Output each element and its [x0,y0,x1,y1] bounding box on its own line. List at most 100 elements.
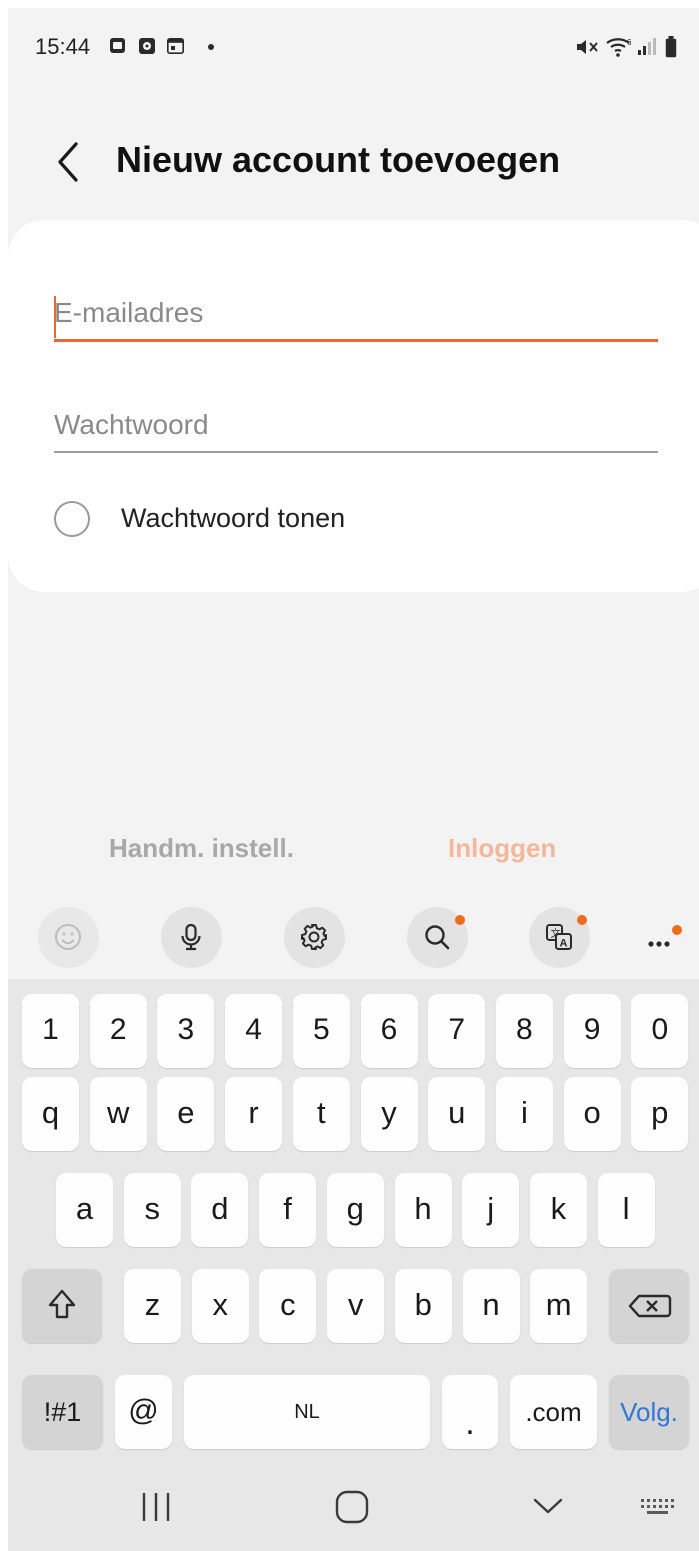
number-key-9[interactable]: 9 [563,994,621,1068]
recent-apps-icon [142,1493,170,1521]
chevron-left-icon [58,142,78,182]
letter-key-label: a [75,1191,94,1226]
number-key-7[interactable]: 7 [428,994,486,1068]
number-key-5[interactable]: 5 [292,994,350,1068]
email-placeholder: E-mailadres [54,297,204,328]
letter-key-label: w [106,1095,130,1130]
number-key-8[interactable]: 8 [495,994,553,1068]
letter-key-label: m [545,1287,572,1322]
letter-key-t[interactable]: t [292,1077,350,1151]
status-time: 15:44 [35,34,91,59]
login-button[interactable]: Inloggen [448,833,556,864]
mute-icon [575,37,599,62]
symbols-key[interactable]: !#1 [22,1375,103,1449]
number-key-3[interactable]: 3 [157,994,215,1068]
at-key-label: @ [128,1394,159,1427]
letter-key-label: c [280,1287,296,1322]
login-form-card: E-mailadres Wachtwoord Wachtwoord tonen [8,220,699,592]
hide-keyboard-button[interactable] [530,1491,566,1528]
status-bar: 15:44 6 [8,8,699,88]
period-key[interactable]: . [442,1375,498,1449]
space-key[interactable]: NL [184,1375,430,1449]
letter-key-label: e [177,1095,195,1130]
letter-key-n[interactable]: n [462,1269,520,1343]
show-password-label[interactable]: Wachtwoord tonen [121,503,345,534]
number-key-label: 8 [516,1013,533,1046]
keyboard-switch-button[interactable] [638,1491,678,1528]
letter-key-g[interactable]: g [326,1173,384,1247]
svg-text:6: 6 [627,38,632,47]
number-key-label: 0 [651,1013,669,1046]
letter-key-s[interactable]: s [123,1173,181,1247]
svg-text:A: A [560,938,568,950]
letter-key-label: q [41,1095,60,1130]
number-key-label: 2 [109,1013,127,1046]
letter-key-y[interactable]: y [360,1077,418,1151]
home-button[interactable] [334,1487,370,1532]
letter-key-label: g [346,1191,364,1226]
letter-key-m[interactable]: m [530,1269,588,1343]
number-key-4[interactable]: 4 [225,994,283,1068]
letter-key-label: p [651,1095,669,1130]
calendar-icon [167,38,184,59]
show-password-checkbox[interactable] [54,501,90,537]
number-key-label: 1 [42,1013,59,1046]
translate-icon: 文A [546,924,572,950]
period-key-label: . [465,1404,475,1442]
letter-key-o[interactable]: o [563,1077,621,1151]
letter-key-j[interactable]: j [462,1173,520,1247]
letter-key-i[interactable]: i [495,1077,553,1151]
keyboard-settings-button[interactable] [284,907,345,968]
letter-key-b[interactable]: b [394,1269,452,1343]
number-key-label: 6 [380,1013,398,1046]
backspace-key[interactable] [609,1269,689,1343]
email-field[interactable]: E-mailadres [54,292,658,344]
back-button[interactable] [52,138,92,188]
letter-key-label: j [487,1191,495,1226]
letter-key-z[interactable]: z [124,1269,181,1343]
search-badge [455,915,465,925]
page-title: Nieuw account toevoegen [116,139,561,180]
email-underline [54,339,658,342]
password-field[interactable]: Wachtwoord [54,406,658,458]
letter-key-w[interactable]: w [89,1077,147,1151]
number-key-0[interactable]: 0 [631,994,689,1068]
manual-setup-button[interactable]: Handm. instell. [109,833,294,864]
voice-input-button[interactable] [161,907,222,968]
letter-key-q[interactable]: q [22,1077,79,1151]
letter-key-u[interactable]: u [428,1077,486,1151]
at-key[interactable]: @ [115,1375,172,1449]
letter-key-f[interactable]: f [259,1173,317,1247]
letter-key-label: f [283,1191,292,1226]
gallery-icon [110,38,125,53]
letter-key-p[interactable]: p [631,1077,689,1151]
letter-key-e[interactable]: e [157,1077,215,1151]
letter-key-label: z [144,1287,161,1322]
keyboard-switch-icon [641,1499,674,1514]
letter-key-d[interactable]: d [191,1173,249,1247]
emoji-button[interactable] [38,907,99,968]
password-placeholder: Wachtwoord [54,409,209,440]
shift-icon [48,1289,76,1319]
backspace-icon [628,1294,672,1318]
letter-key-k[interactable]: k [529,1173,587,1247]
signal-icon [638,38,656,61]
letter-key-x[interactable]: x [191,1269,249,1343]
next-key[interactable]: Volg. [609,1375,689,1449]
number-key-1[interactable]: 1 [22,994,79,1068]
letter-key-h[interactable]: h [394,1173,452,1247]
letter-key-a[interactable]: a [56,1173,113,1247]
number-key-2[interactable]: 2 [89,994,147,1068]
number-key-label: 3 [177,1013,195,1046]
number-key-6[interactable]: 6 [360,994,418,1068]
shift-key[interactable] [22,1269,102,1343]
letter-key-l[interactable]: l [597,1173,655,1247]
recent-apps-button[interactable] [138,1489,174,1530]
letter-key-label: b [414,1287,432,1322]
com-key[interactable]: .com [510,1375,597,1449]
search-icon [425,925,450,950]
letter-key-v[interactable]: v [327,1269,385,1343]
home-icon [335,1490,369,1524]
letter-key-r[interactable]: r [225,1077,283,1151]
letter-key-c[interactable]: c [259,1269,317,1343]
